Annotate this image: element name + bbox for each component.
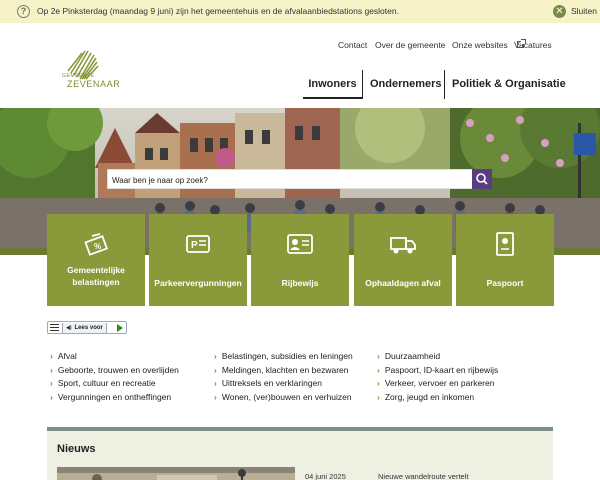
tile-label: Gemeentelijke belastingen bbox=[67, 265, 125, 287]
parking-permit-icon: P bbox=[186, 235, 210, 253]
nav-inwoners[interactable]: Inwoners bbox=[303, 70, 362, 99]
tax-icon: % bbox=[84, 233, 109, 256]
logo-name: ZEVENAAR bbox=[67, 79, 121, 89]
topic-link[interactable]: Belastingen, subsidies en leningen bbox=[214, 350, 353, 364]
topic-link[interactable]: Wonen, (ver)bouwen en verhuizen bbox=[214, 391, 353, 405]
truck-icon bbox=[390, 237, 416, 254]
read-aloud-button[interactable]: Lees voor bbox=[62, 323, 107, 333]
svg-text:P: P bbox=[191, 240, 198, 251]
topic-link[interactable]: Verkeer, vervoer en parkeren bbox=[377, 377, 498, 391]
topic-links-column-1: Afval Geboorte, trouwen en overlijden Sp… bbox=[50, 350, 179, 404]
topic-link[interactable]: Geboorte, trouwen en overlijden bbox=[50, 364, 179, 378]
nav-divider bbox=[362, 70, 363, 99]
link-vacatures[interactable]: Vacatures bbox=[514, 39, 552, 50]
info-icon: ? bbox=[17, 5, 30, 18]
topic-link[interactable]: Vergunningen en ontheffingen bbox=[50, 391, 179, 405]
tile-label: Rijbewijs bbox=[281, 278, 319, 288]
search-bar bbox=[107, 169, 492, 190]
tile-label: Ophaaldagen afval bbox=[365, 278, 441, 288]
news-heading: Nieuws bbox=[57, 443, 96, 455]
tile-label: Parkeervergunningen bbox=[154, 278, 242, 288]
topic-link[interactable]: Afval bbox=[50, 350, 179, 364]
tile-rijbewijs[interactable]: Rijbewijs bbox=[251, 214, 349, 306]
external-link-icon bbox=[517, 39, 526, 48]
search-button[interactable] bbox=[472, 169, 492, 189]
link-over-de-gemeente[interactable]: Over de gemeente bbox=[375, 40, 445, 50]
topic-link[interactable]: Zorg, jeugd en inkomen bbox=[377, 391, 498, 405]
notice-message: Op 2e Pinksterdag (maandag 9 juni) zijn … bbox=[37, 6, 399, 16]
menu-icon[interactable] bbox=[50, 324, 59, 332]
tile-parkeervergunningen[interactable]: P Parkeervergunningen bbox=[149, 214, 247, 306]
link-onze-websites[interactable]: Onze websites bbox=[452, 40, 508, 50]
nav-politiek-organisatie[interactable]: Politiek & Organisatie bbox=[452, 70, 566, 99]
link-contact[interactable]: Contact bbox=[338, 40, 367, 50]
topic-link[interactable]: Duurzaamheid bbox=[377, 350, 498, 364]
tile-ophaaldagen-afval[interactable]: Ophaaldagen afval bbox=[354, 214, 452, 306]
read-aloud-widget: Lees voor bbox=[47, 321, 127, 334]
topic-link[interactable]: Meldingen, klachten en bezwaren bbox=[214, 364, 353, 378]
nav-divider bbox=[444, 70, 445, 99]
news-photo bbox=[57, 467, 295, 480]
close-icon[interactable]: ✕ bbox=[553, 5, 566, 18]
news-section: Nieuws 04 juni 2025 Nieuwe wandelroute v… bbox=[47, 427, 553, 480]
close-button[interactable]: Sluiten bbox=[571, 6, 597, 16]
tile-label: Paspoort bbox=[486, 278, 524, 288]
topic-link[interactable]: Sport, cultuur en recreatie bbox=[50, 377, 179, 391]
play-icon[interactable] bbox=[117, 324, 123, 332]
news-date: 04 juni 2025 bbox=[305, 472, 346, 480]
search-input[interactable] bbox=[108, 171, 468, 190]
topic-links-column-3: Duurzaamheid Paspoort, ID-kaart en rijbe… bbox=[377, 350, 498, 404]
topic-links-column-2: Belastingen, subsidies en leningen Meldi… bbox=[214, 350, 353, 404]
tile-paspoort[interactable]: Paspoort bbox=[456, 214, 554, 306]
topic-link[interactable]: Uittreksels en verklaringen bbox=[214, 377, 353, 391]
passport-icon bbox=[496, 232, 514, 256]
nav-ondernemers[interactable]: Ondernemers bbox=[370, 70, 442, 99]
id-card-icon bbox=[287, 234, 313, 254]
news-image[interactable] bbox=[57, 467, 295, 480]
tile-gemeentelijke-belastingen[interactable]: % Gemeentelijke belastingen bbox=[47, 214, 145, 306]
news-headline[interactable]: Nieuwe wandelroute vertelt bbox=[378, 472, 468, 480]
svg-text:%: % bbox=[94, 242, 101, 251]
topic-link[interactable]: Paspoort, ID-kaart en rijbewijs bbox=[377, 364, 498, 378]
search-icon bbox=[476, 173, 488, 185]
notice-bar: ? Op 2e Pinksterdag (maandag 9 juni) zij… bbox=[0, 0, 600, 23]
